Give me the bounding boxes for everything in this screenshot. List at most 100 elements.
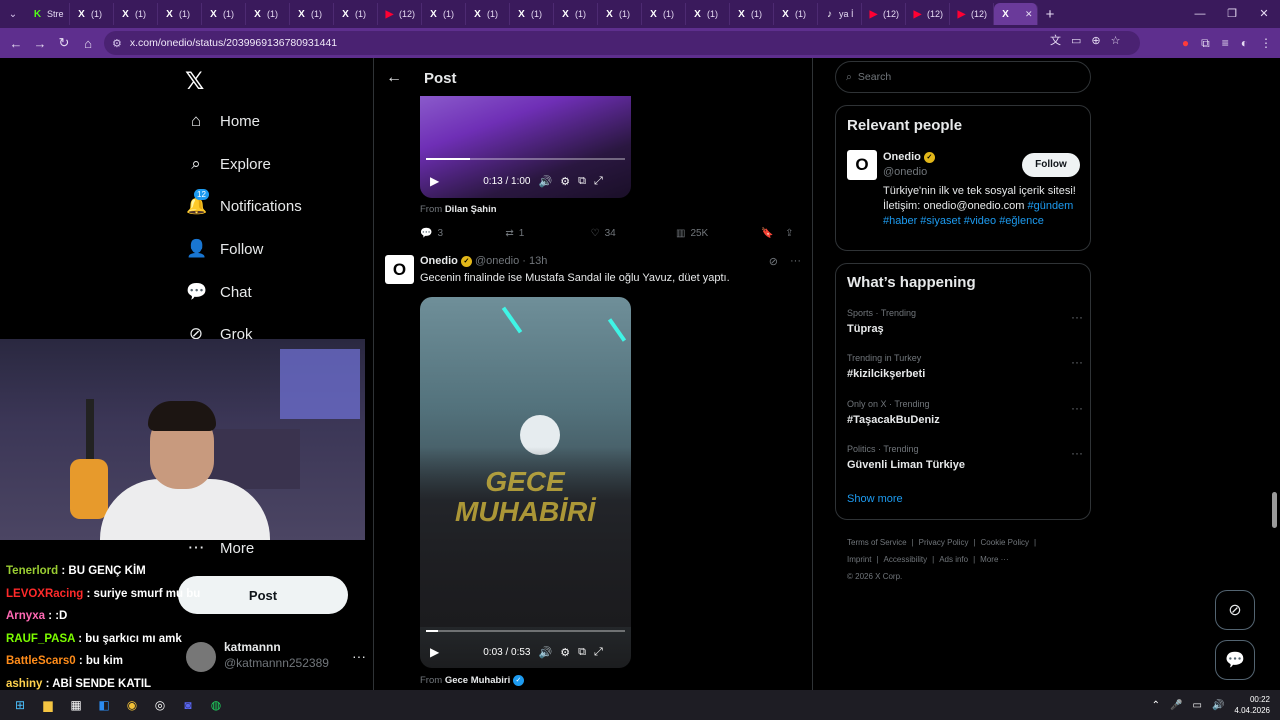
video-progress-bar[interactable]: [426, 630, 625, 632]
like-button[interactable]: ♡ 34: [591, 228, 676, 239]
chrome-icon[interactable]: ◉: [118, 691, 146, 719]
tweet[interactable]: O Onedio ✓ @onedio · 13h Gecenin finalin…: [385, 255, 805, 285]
sidebar-item-more[interactable]: ⋯ More: [186, 538, 255, 558]
trend-item[interactable]: Only on X · Trending #TaşacakBuDeniz ···: [847, 399, 1083, 433]
browser-tab[interactable]: X (1): [334, 3, 378, 25]
search-input[interactable]: ⌕ Search: [835, 61, 1091, 93]
close-window-icon[interactable]: ✕: [1248, 0, 1280, 28]
back-arrow-icon[interactable]: ←: [386, 69, 402, 87]
follow-button[interactable]: Follow: [1022, 153, 1080, 177]
footer-link[interactable]: More ···: [980, 555, 1008, 564]
footer-link[interactable]: Accessibility: [884, 555, 928, 564]
minimize-icon[interactable]: —: [1184, 0, 1216, 28]
tray-chevron-icon[interactable]: ⌃: [1152, 700, 1160, 711]
browser-tab[interactable]: ▶ (12): [906, 3, 950, 25]
account-switcher[interactable]: katmannn @katmannn252389 ···: [186, 640, 366, 680]
more-icon[interactable]: ···: [1071, 401, 1083, 415]
tab-search-icon[interactable]: ⌄: [0, 0, 26, 28]
fullscreen-icon[interactable]: ⤢: [594, 175, 603, 188]
messages-fab[interactable]: 💬: [1215, 640, 1255, 680]
video-player[interactable]: ▶ 0:13 / 1:00 🔊 ⚙ ⧉ ⤢: [420, 96, 631, 198]
cast-icon[interactable]: ▭: [1071, 34, 1081, 47]
sidebar-item-explore[interactable]: ⌕ Explore: [186, 154, 271, 174]
video-player[interactable]: GECE MUHABİRİ ▶ 0:03 / 0:53 🔊 ⚙ ⧉ ⤢: [420, 297, 631, 668]
forward-icon[interactable]: →: [28, 36, 52, 51]
browser-tab[interactable]: ▶ (12): [378, 3, 422, 25]
post-button[interactable]: Post: [178, 576, 348, 614]
browser-tab[interactable]: X (1): [246, 3, 290, 25]
more-icon[interactable]: ···: [1071, 446, 1083, 460]
spotify-icon[interactable]: ◍: [202, 691, 230, 719]
more-icon[interactable]: ···: [352, 648, 366, 664]
person-name[interactable]: Onedio ✓: [883, 151, 935, 163]
trend-item[interactable]: Sports · Trending Tüpraş ···: [847, 308, 1083, 342]
pip-icon[interactable]: ⧉: [578, 646, 586, 659]
repost-button[interactable]: ⇄ 1: [505, 228, 590, 239]
bookmark-icon[interactable]: 🔖: [761, 228, 785, 239]
menu-icon[interactable]: ⋮: [1260, 36, 1272, 50]
footer-link[interactable]: Cookie Policy: [981, 538, 1029, 547]
play-icon[interactable]: ▶: [430, 645, 439, 659]
footer-link[interactable]: Terms of Service: [847, 538, 907, 547]
reload-icon[interactable]: ↻: [52, 35, 76, 51]
trend-item[interactable]: Politics · Trending Güvenli Liman Türkiye…: [847, 444, 1083, 478]
onedio-avatar[interactable]: O: [385, 255, 414, 284]
browser-tab[interactable]: X (1): [730, 3, 774, 25]
store-icon[interactable]: ▦: [62, 691, 90, 719]
media-icon[interactable]: ≡: [1222, 36, 1229, 50]
browser-tab[interactable]: X (1): [686, 3, 730, 25]
sidebar-item-chat[interactable]: 💬 Chat: [186, 282, 252, 302]
sidebar-item-home[interactable]: ⌂ Home: [186, 111, 260, 131]
browser-tab[interactable]: X (1): [422, 3, 466, 25]
new-tab-icon[interactable]: +: [1038, 6, 1062, 23]
from-name[interactable]: Gece Muhabiri: [445, 675, 510, 686]
zoom-icon[interactable]: ⊕: [1091, 34, 1100, 47]
browser-tab[interactable]: ♪ ya İ: [818, 3, 862, 25]
play-icon[interactable]: ▶: [430, 174, 439, 188]
restore-icon[interactable]: ❐: [1216, 0, 1248, 28]
browser-tab[interactable]: ▶ (12): [950, 3, 994, 25]
back-icon[interactable]: ←: [4, 36, 28, 51]
browser-tab[interactable]: K Stre: [26, 3, 70, 25]
settings-icon[interactable]: ⚙: [560, 646, 570, 659]
from-name[interactable]: Dilan Şahin: [445, 204, 497, 215]
browser-tab[interactable]: X (1): [642, 3, 686, 25]
onedio-avatar[interactable]: O: [847, 150, 877, 180]
pip-icon[interactable]: ⧉: [578, 175, 586, 188]
browser-tab[interactable]: X (1): [774, 3, 818, 25]
tab-active[interactable]: X ✕: [994, 3, 1038, 25]
trend-item[interactable]: Trending in Turkey #kizilcikşerbeti ···: [847, 353, 1083, 387]
reply-button[interactable]: 💬 3: [420, 228, 505, 239]
browser-tab[interactable]: X (1): [114, 3, 158, 25]
x-logo-icon[interactable]: 𝕏: [185, 67, 204, 95]
show-more-link[interactable]: Show more: [847, 493, 903, 505]
browser-tab[interactable]: X (1): [554, 3, 598, 25]
translate-icon[interactable]: 文: [1050, 32, 1061, 48]
scrollbar-thumb[interactable]: [1272, 492, 1277, 528]
mic-icon[interactable]: 🎤: [1170, 700, 1182, 711]
browser-tab[interactable]: X (1): [510, 3, 554, 25]
extension-icon[interactable]: ●: [1182, 36, 1189, 50]
volume-icon[interactable]: 🔊: [539, 646, 553, 659]
site-info-icon[interactable]: ⚙: [112, 37, 122, 50]
profile-avatar[interactable]: ◐: [1241, 36, 1248, 50]
sidebar-item-follow[interactable]: 👤 Follow: [186, 239, 263, 259]
footer-link[interactable]: Ads info: [939, 555, 968, 564]
footer-link[interactable]: Privacy Policy: [919, 538, 969, 547]
browser-tab[interactable]: X (1): [598, 3, 642, 25]
file-explorer-icon[interactable]: ▆: [34, 691, 62, 719]
fullscreen-icon[interactable]: ⤢: [594, 646, 603, 659]
browser-tab[interactable]: X (1): [158, 3, 202, 25]
browser-tab[interactable]: X (1): [202, 3, 246, 25]
address-bar[interactable]: ⚙ x.com/onedio/status/203996913678093144…: [104, 31, 1140, 55]
grok-fab[interactable]: ⊘: [1215, 590, 1255, 630]
grok-icon[interactable]: ⊘: [769, 255, 778, 268]
scrollbar[interactable]: [1270, 58, 1280, 690]
share-icon[interactable]: ⇪: [785, 228, 805, 239]
volume-icon[interactable]: 🔊: [539, 175, 553, 188]
bookmark-star-icon[interactable]: ☆: [1111, 34, 1121, 47]
display-icon[interactable]: ▭: [1193, 700, 1202, 711]
outlook-icon[interactable]: ◧: [90, 691, 118, 719]
more-icon[interactable]: ···: [790, 255, 801, 268]
browser-tab[interactable]: X (1): [466, 3, 510, 25]
